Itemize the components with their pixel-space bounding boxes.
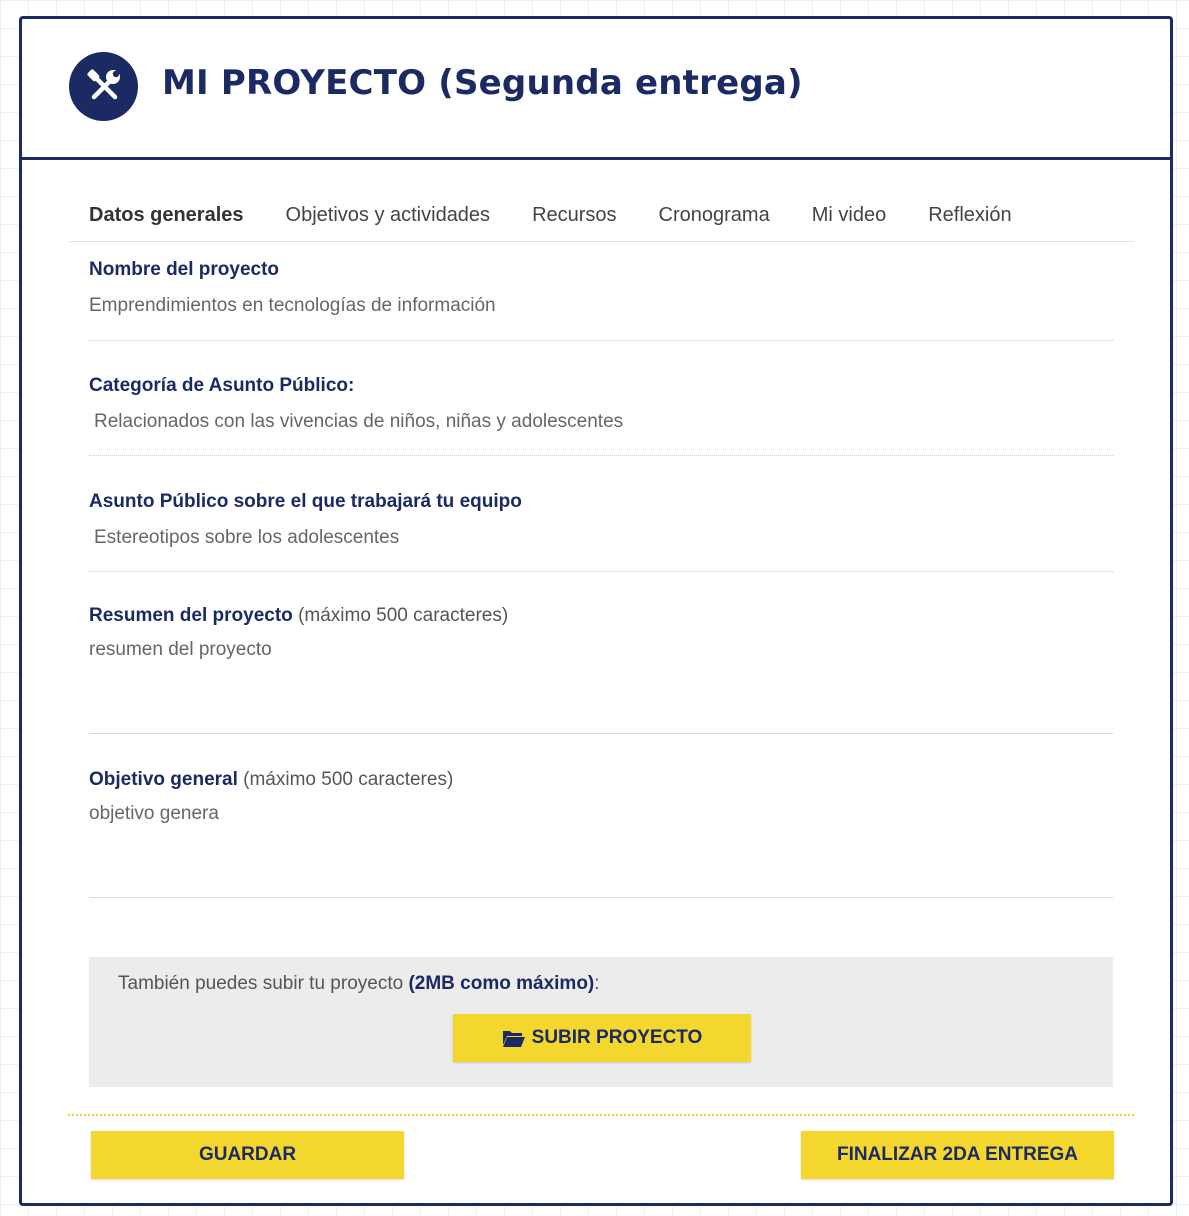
project-name-value[interactable]: Emprendimientos en tecnologías de inform… [89,295,1113,317]
tab-reflexion[interactable]: Reflexión [907,194,1032,241]
project-name-field: Nombre del proyecto Emprendimientos en t… [89,259,1113,341]
upload-panel: También puedes subir tu proyecto (2MB co… [89,957,1113,1087]
tab-mi-video[interactable]: Mi video [791,194,907,241]
objective-hint: (máximo 500 caracteres) [243,769,454,790]
summary-label: Resumen del proyecto (máximo 500 caracte… [89,605,509,626]
summary-textarea[interactable]: resumen del proyecto [89,639,1113,717]
summary-field: Resumen del proyecto (máximo 500 caracte… [89,605,1113,734]
objective-field: Objetivo general (máximo 500 caracteres)… [89,769,1113,898]
category-value[interactable]: Relacionados con las vivencias de niños,… [89,411,1113,433]
category-label: Categoría de Asunto Público: [89,375,355,396]
objective-label: Objetivo general (máximo 500 caracteres) [89,769,454,790]
upload-button-label: SUBIR PROYECTO [531,1027,703,1048]
page-title: MI PROYECTO (Segunda entrega) [162,63,803,103]
folder-open-icon [502,1028,526,1048]
category-field: Categoría de Asunto Público: Relacionado… [89,375,1113,456]
upload-project-button[interactable]: SUBIR PROYECTO [453,1014,751,1062]
public-issue-label: Asunto Público sobre el que trabajará tu… [89,491,522,512]
public-issue-field: Asunto Público sobre el que trabajará tu… [89,491,1113,572]
finish-delivery-button[interactable]: FINALIZAR 2DA ENTREGA [801,1131,1114,1179]
card-header: MI PROYECTO (Segunda entrega) [22,19,1170,160]
save-button[interactable]: GUARDAR [91,1131,404,1179]
public-issue-value[interactable]: Estereotipos sobre los adolescentes [89,527,1113,549]
objective-textarea[interactable]: objetivo genera [89,803,1113,881]
upload-size-limit: (2MB como máximo) [408,973,595,994]
tab-bar: Datos generales Objetivos y actividades … [68,194,1134,242]
upload-instructions: También puedes subir tu proyecto (2MB co… [118,973,600,994]
tab-recursos[interactable]: Recursos [511,194,637,241]
tab-datos-generales[interactable]: Datos generales [68,194,265,241]
tab-objetivos-y-actividades[interactable]: Objetivos y actividades [265,194,512,241]
tab-cronograma[interactable]: Cronograma [638,194,791,241]
summary-hint: (máximo 500 caracteres) [298,605,509,626]
project-name-label: Nombre del proyecto [89,259,280,280]
divider [68,1114,1134,1116]
tools-icon [69,52,138,121]
project-card: MI PROYECTO (Segunda entrega) Datos gene… [19,16,1173,1206]
